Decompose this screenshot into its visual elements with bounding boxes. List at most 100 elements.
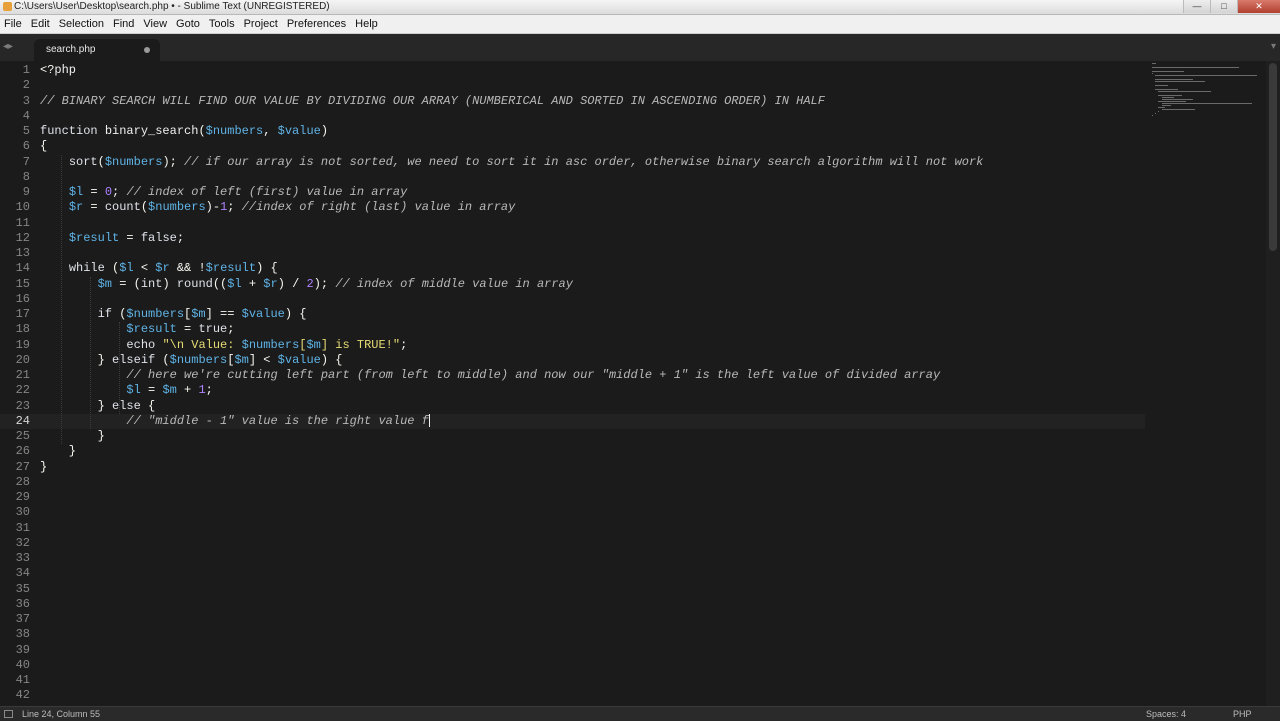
- tab-list-dropdown-icon[interactable]: ▾: [1271, 41, 1276, 52]
- code-line[interactable]: if ($numbers[$m] == $value) {: [40, 307, 983, 322]
- line-number: 40: [15, 657, 30, 672]
- code-line[interactable]: echo "\n Value: $numbers[$m] is TRUE!";: [40, 338, 983, 353]
- code-line[interactable]: $l = $m + 1;: [40, 383, 983, 398]
- window-controls: — □ ✕: [1183, 0, 1280, 14]
- minimap-line: [1161, 97, 1174, 98]
- maximize-button[interactable]: □: [1210, 0, 1237, 13]
- minimap-line: [1152, 73, 1153, 74]
- indent-guide: [61, 154, 62, 445]
- line-number: 20: [15, 352, 30, 367]
- console-toggle-icon[interactable]: [4, 710, 13, 718]
- line-number: 21: [15, 368, 30, 382]
- vertical-scrollbar[interactable]: [1266, 61, 1280, 706]
- code-line[interactable]: }: [40, 444, 983, 459]
- text-caret: [428, 414, 430, 428]
- code-line[interactable]: }: [40, 429, 983, 444]
- line-number: 2: [22, 78, 30, 93]
- line-number: 13: [15, 246, 30, 260]
- code-line[interactable]: // "middle - 1" value is the right value…: [40, 414, 983, 429]
- line-number: 33: [15, 551, 30, 565]
- line-number: 11: [15, 215, 30, 230]
- line-number: 42: [15, 688, 30, 703]
- indent-guide: [119, 322, 120, 414]
- window-title: C:\Users\User\Desktop\search.php • - Sub…: [14, 1, 330, 12]
- minimap-line: [1155, 113, 1156, 114]
- line-number: 30: [15, 505, 30, 520]
- menu-view[interactable]: View: [139, 15, 172, 33]
- minimap-line: [1161, 103, 1252, 104]
- menu-file[interactable]: File: [0, 15, 27, 33]
- line-number: 27: [15, 459, 30, 474]
- minimap-line: [1161, 105, 1172, 106]
- line-number: 25: [15, 429, 30, 443]
- code-line[interactable]: // BINARY SEARCH WILL FIND OUR VALUE BY …: [40, 94, 983, 109]
- line-number: 34: [15, 566, 30, 581]
- status-bar: Line 24, Column 55 Spaces: 4 PHP: [0, 706, 1280, 721]
- menu-goto[interactable]: Goto: [172, 15, 205, 33]
- menu-selection[interactable]: Selection: [55, 15, 109, 33]
- code-line[interactable]: } elseif ($numbers[$m] < $value) {: [40, 353, 983, 368]
- tab-bar: ◂▸ search.php ▾: [0, 34, 1280, 61]
- minimize-button[interactable]: —: [1183, 0, 1210, 13]
- line-number: 24: [15, 413, 30, 428]
- menu-find[interactable]: Find: [109, 15, 139, 33]
- code-line[interactable]: [40, 292, 983, 307]
- line-number: 3: [22, 93, 30, 108]
- line-number: 15: [15, 276, 30, 291]
- line-number: 31: [15, 520, 30, 535]
- code-line[interactable]: {: [40, 139, 983, 154]
- minimap-line: [1152, 71, 1184, 72]
- minimap-line: [1152, 115, 1153, 116]
- line-number: 39: [15, 642, 30, 657]
- code-line[interactable]: [40, 170, 983, 185]
- minimap-line: [1152, 63, 1156, 64]
- code-line[interactable]: [40, 246, 983, 261]
- code-line[interactable]: }: [40, 460, 983, 475]
- code-line[interactable]: [40, 78, 983, 93]
- code-line[interactable]: [40, 109, 983, 124]
- tab-label: search.php: [46, 44, 96, 55]
- scrollbar-thumb[interactable]: [1269, 63, 1277, 251]
- code-line[interactable]: $r = count($numbers)-1; //index of right…: [40, 200, 983, 215]
- unsaved-dot-icon[interactable]: [144, 47, 150, 53]
- line-number: 8: [22, 169, 30, 184]
- close-button[interactable]: ✕: [1237, 0, 1280, 13]
- tab-search-php[interactable]: search.php: [34, 39, 160, 61]
- menu-help[interactable]: Help: [351, 15, 383, 33]
- line-number: 5: [22, 124, 30, 138]
- line-number: 28: [15, 474, 30, 489]
- menu-edit[interactable]: Edit: [27, 15, 55, 33]
- indent-guide: [90, 276, 91, 429]
- code-line[interactable]: $l = 0; // index of left (first) value i…: [40, 185, 983, 200]
- code-line[interactable]: <?php: [40, 63, 983, 78]
- code-editor[interactable]: 1 2 3 4 5 6 7 8 9 10 11 12 13 14 15 16 17 18 19 20 21 22 23 24 2…: [0, 61, 1266, 706]
- code-line[interactable]: while ($l < $r && !$result) {: [40, 261, 983, 276]
- code-area[interactable]: <?php // BINARY SEARCH WILL FIND OUR VAL…: [40, 63, 983, 475]
- code-line[interactable]: $m = (int) round(($l + $r) / 2); // inde…: [40, 277, 983, 292]
- minimap[interactable]: [1148, 61, 1266, 706]
- code-line[interactable]: [40, 216, 983, 231]
- syntax-setting[interactable]: PHP: [1233, 707, 1252, 721]
- line-number: 12: [15, 230, 30, 245]
- line-number: 41: [15, 673, 30, 687]
- code-line[interactable]: function binary_search($numbers, $value): [40, 124, 983, 139]
- indentation-setting[interactable]: Spaces: 4: [1146, 707, 1186, 721]
- code-line[interactable]: } else {: [40, 399, 983, 414]
- line-number: 18: [15, 322, 30, 337]
- code-line[interactable]: $result = true;: [40, 322, 983, 337]
- code-line[interactable]: // here we're cutting left part (from le…: [40, 368, 983, 383]
- minimap-line: [1158, 107, 1165, 108]
- line-number: 23: [15, 398, 30, 413]
- menu-tools[interactable]: Tools: [205, 15, 240, 33]
- menu-preferences[interactable]: Preferences: [283, 15, 351, 33]
- minimap-line: [1155, 75, 1257, 76]
- line-number: 6: [22, 139, 30, 154]
- code-line[interactable]: sort($numbers); // if our array is not s…: [40, 155, 984, 170]
- line-number: 38: [15, 627, 30, 642]
- line-number: 16: [15, 291, 30, 306]
- line-number: 32: [15, 535, 30, 550]
- code-line[interactable]: $result = false;: [40, 231, 983, 246]
- tab-nav-arrows-icon[interactable]: ◂▸: [3, 41, 13, 52]
- line-number: 14: [15, 261, 30, 276]
- menu-project[interactable]: Project: [240, 15, 283, 33]
